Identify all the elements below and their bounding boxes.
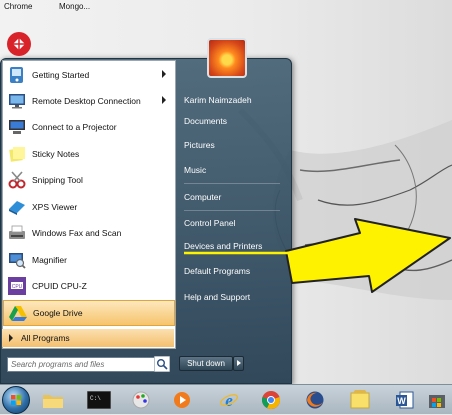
snipping-tool-icon (7, 170, 27, 190)
program-snipping-tool[interactable]: Snipping Tool (3, 167, 175, 193)
program-label: Magnifier (32, 255, 67, 265)
folder-icon (43, 395, 63, 408)
cmd-icon: C:\ (87, 391, 111, 409)
program-cpuz[interactable]: CPU CPUID CPU-Z (3, 273, 175, 299)
taskbar-folder-button[interactable] (36, 388, 70, 412)
fax-scan-icon (7, 223, 27, 243)
program-label: Snipping Tool (32, 175, 83, 185)
svg-text:CPU: CPU (12, 284, 23, 290)
right-item-pictures[interactable]: Pictures (184, 140, 215, 150)
desktop-icon-label[interactable]: Chrome (4, 2, 32, 11)
program-magnifier[interactable]: Magnifier (3, 247, 175, 273)
taskbar-notes-button[interactable] (343, 388, 377, 412)
taskbar-media-player-button[interactable] (165, 388, 199, 412)
notes-icon (350, 390, 370, 409)
taskbar-chrome-button[interactable] (254, 388, 288, 412)
program-xps-viewer[interactable]: XPS Viewer (3, 194, 175, 220)
taskbar-firefox-button[interactable] (298, 388, 332, 412)
program-fax-scan[interactable]: Windows Fax and Scan (3, 220, 175, 246)
google-drive-icon (8, 303, 28, 323)
sticky-notes-icon (7, 144, 27, 164)
right-item-control-panel[interactable]: Control Panel (184, 218, 236, 228)
all-programs-arrow-icon (9, 334, 13, 342)
windows-logo-icon (11, 395, 21, 405)
divider (184, 183, 280, 184)
program-connect-projector[interactable]: Connect to a Projector (3, 114, 175, 140)
submenu-arrow-icon[interactable] (162, 96, 166, 104)
program-label: Windows Fax and Scan (32, 228, 122, 238)
word-icon: W (396, 391, 414, 409)
cpuz-icon: CPU (7, 276, 27, 296)
getting-started-icon (7, 65, 27, 85)
right-item-user[interactable]: Karim Naimzadeh (184, 95, 252, 105)
programs-pane: Getting Started Remote Desktop Connectio… (2, 60, 176, 349)
all-programs-label: All Programs (21, 333, 70, 343)
svg-text:e: e (225, 391, 233, 410)
program-label: Sticky Notes (32, 149, 80, 159)
svg-text:W: W (397, 396, 406, 406)
right-item-default-programs[interactable]: Default Programs (184, 266, 250, 276)
ie-icon: e (220, 391, 238, 410)
desktop-icons-row: Chrome Mongo... (0, 0, 120, 14)
taskbar: C:\ e W (0, 384, 452, 414)
desktop-icon-label[interactable]: Mongo... (59, 2, 90, 11)
xps-viewer-icon (7, 197, 27, 217)
program-sticky-notes[interactable]: Sticky Notes (3, 141, 175, 167)
program-label: Google Drive (33, 308, 83, 318)
chrome-icon (262, 391, 280, 409)
store-icon (429, 395, 445, 408)
start-menu-logo-icon (7, 32, 31, 56)
shutdown-button[interactable]: Shut down (179, 356, 233, 371)
search-icon[interactable] (154, 356, 170, 372)
program-google-drive[interactable]: Google Drive (3, 300, 175, 326)
taskbar-ie-button[interactable]: e (212, 388, 246, 412)
taskbar-paint-button[interactable] (124, 388, 158, 412)
right-item-music[interactable]: Music (184, 165, 206, 175)
taskbar-word-button[interactable]: W (388, 388, 422, 412)
right-item-computer[interactable]: Computer (184, 192, 221, 202)
program-label: Remote Desktop Connection (32, 96, 141, 106)
start-menu: Getting Started Remote Desktop Connectio… (0, 28, 292, 384)
media-player-icon (174, 392, 190, 408)
magnifier-icon (7, 250, 27, 270)
divider (184, 210, 280, 211)
program-getting-started[interactable]: Getting Started (3, 62, 175, 88)
projector-icon (7, 117, 27, 137)
submenu-arrow-icon[interactable] (162, 70, 166, 78)
svg-text:C:\: C:\ (90, 395, 101, 402)
right-item-documents[interactable]: Documents (184, 116, 227, 126)
all-programs-button[interactable]: All Programs (2, 329, 174, 347)
firefox-icon (306, 391, 324, 409)
shutdown-options-button[interactable] (233, 356, 244, 371)
taskbar-cmd-button[interactable]: C:\ (82, 388, 116, 412)
program-label: Connect to a Projector (32, 122, 117, 132)
paint-icon (132, 391, 150, 409)
remote-desktop-icon (7, 91, 27, 111)
program-remote-desktop[interactable]: Remote Desktop Connection (3, 88, 175, 114)
start-button[interactable] (2, 386, 30, 414)
program-label: CPUID CPU-Z (32, 281, 87, 291)
right-item-help-support[interactable]: Help and Support (184, 292, 250, 302)
search-input[interactable]: Search programs and files (7, 357, 157, 372)
program-label: XPS Viewer (32, 202, 78, 212)
right-item-devices-printers[interactable]: Devices and Printers (184, 241, 262, 251)
program-label: Getting Started (32, 70, 90, 80)
taskbar-store-button[interactable] (420, 388, 452, 412)
user-picture[interactable] (207, 38, 247, 78)
